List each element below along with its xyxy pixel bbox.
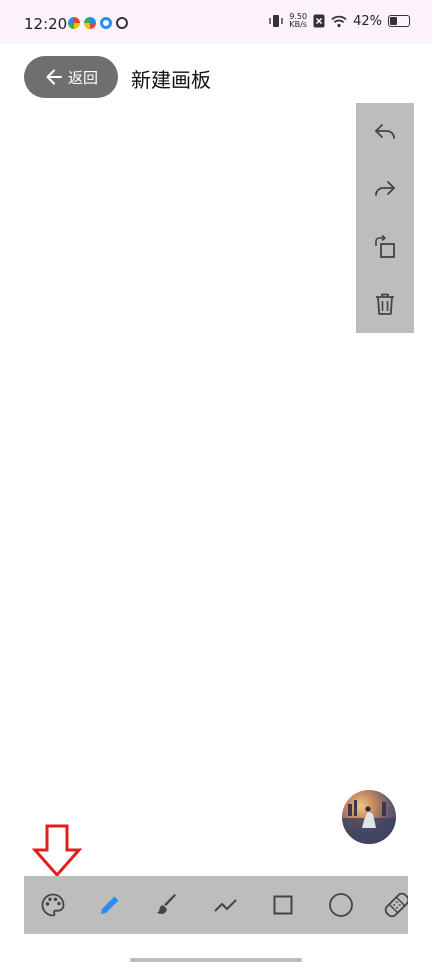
vibrate-icon: [269, 15, 283, 27]
delete-button[interactable]: [370, 289, 400, 319]
polyline-button[interactable]: [210, 890, 240, 920]
network-speed-unit: KB/s: [289, 20, 307, 29]
eraser-icon: [384, 892, 408, 918]
rectangle-button[interactable]: [268, 890, 298, 920]
circle-icon: [329, 893, 353, 917]
trash-icon: [376, 293, 394, 316]
app-notification-icon: [84, 17, 96, 29]
eraser-button[interactable]: [382, 890, 408, 920]
palette-icon: [41, 893, 65, 917]
network-speed: 9.50 KB/s: [289, 13, 307, 29]
app-notification-icon: [116, 17, 128, 29]
rectangle-icon: [273, 895, 293, 915]
pencil-button[interactable]: [95, 890, 125, 920]
rotate-icon: [375, 234, 395, 258]
polyline-icon: [214, 899, 237, 912]
home-indicator[interactable]: [130, 958, 302, 962]
annotation-arrow-icon: [31, 824, 83, 878]
undo-icon: [375, 123, 395, 139]
rotate-button[interactable]: [370, 232, 400, 262]
status-bar: 12:20 9.50 KB/s 42%: [0, 0, 432, 44]
avatar[interactable]: [342, 790, 396, 844]
redo-button[interactable]: [370, 174, 400, 204]
pencil-icon: [101, 896, 119, 914]
undo-button[interactable]: [370, 117, 400, 147]
page-title: 新建画板: [131, 68, 211, 92]
wifi-icon: [331, 15, 347, 27]
palette-button[interactable]: [38, 890, 68, 920]
redo-icon: [375, 181, 395, 197]
app-notification-icon: [68, 17, 80, 29]
back-button[interactable]: 返回: [24, 56, 118, 98]
app-notification-icon: [100, 17, 112, 29]
circle-button[interactable]: [326, 890, 356, 920]
side-toolbar: [356, 103, 414, 333]
brush-icon: [157, 894, 176, 914]
back-button-label: 返回: [67, 68, 98, 87]
status-time: 12:20: [24, 15, 68, 33]
brush-button[interactable]: [152, 890, 182, 920]
battery-icon: [388, 15, 410, 27]
no-sim-icon: [313, 14, 325, 28]
arrow-left-icon: [46, 69, 62, 85]
battery-percent: 42%: [353, 13, 382, 29]
bottom-toolbar: [24, 876, 408, 934]
avatar-photo: [342, 800, 396, 844]
notification-icons: [68, 17, 128, 29]
